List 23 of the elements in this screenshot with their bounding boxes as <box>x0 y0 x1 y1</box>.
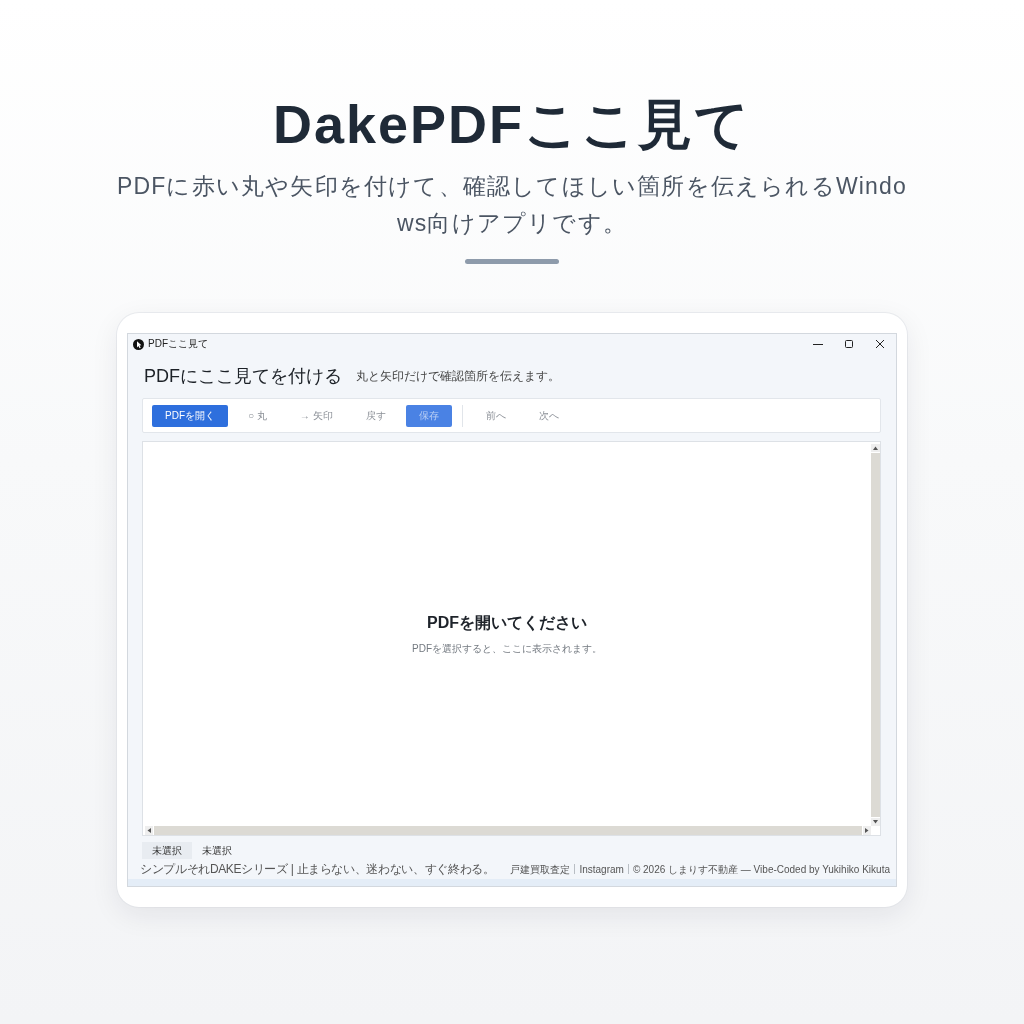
app-heading: PDFにここ見てを付ける <box>144 365 342 388</box>
page-title: DakePDFここ見て <box>272 93 752 156</box>
footer-link[interactable]: 戸建買取査定 <box>510 862 571 876</box>
cursor-icon <box>133 338 144 350</box>
window-title: PDFここ見て <box>148 337 209 351</box>
scrollbar-thumb[interactable] <box>154 826 862 835</box>
scroll-up-icon[interactable] <box>871 444 880 452</box>
status-label: 未選択 <box>201 844 233 858</box>
footer-credit: © 2026 しまりす不動産 — Vibe-Coded by Yukihiko Kikuta <box>632 862 890 876</box>
app-tagline: 丸と矢印だけで確認箇所を伝えます。 <box>356 368 560 384</box>
scroll-right-icon[interactable] <box>863 826 871 835</box>
scroll-down-icon[interactable] <box>871 818 880 826</box>
close-icon[interactable] <box>875 339 885 349</box>
maximize-icon[interactable] <box>844 339 854 349</box>
status-chip: 未選択 <box>142 842 192 859</box>
empty-state-hint: PDFを選択すると、ここに表示されます。 <box>412 642 602 655</box>
scroll-left-icon[interactable] <box>145 826 153 835</box>
empty-state-title: PDFを開いてください <box>427 613 587 633</box>
scrollbar-thumb[interactable] <box>871 453 880 817</box>
page-subtitle: PDFに赤い丸や矢印を付けて、確認してほしい箇所を伝えられるWindows向けアプリです。 <box>115 172 909 238</box>
footer-tagline: シンプルそれDAKEシリーズ | 止まらない、迷わない、すぐ終わる。 <box>140 861 495 877</box>
toolbar-button[interactable]: PDFを開く <box>152 404 228 427</box>
footer-link[interactable]: Instagram <box>579 862 624 876</box>
